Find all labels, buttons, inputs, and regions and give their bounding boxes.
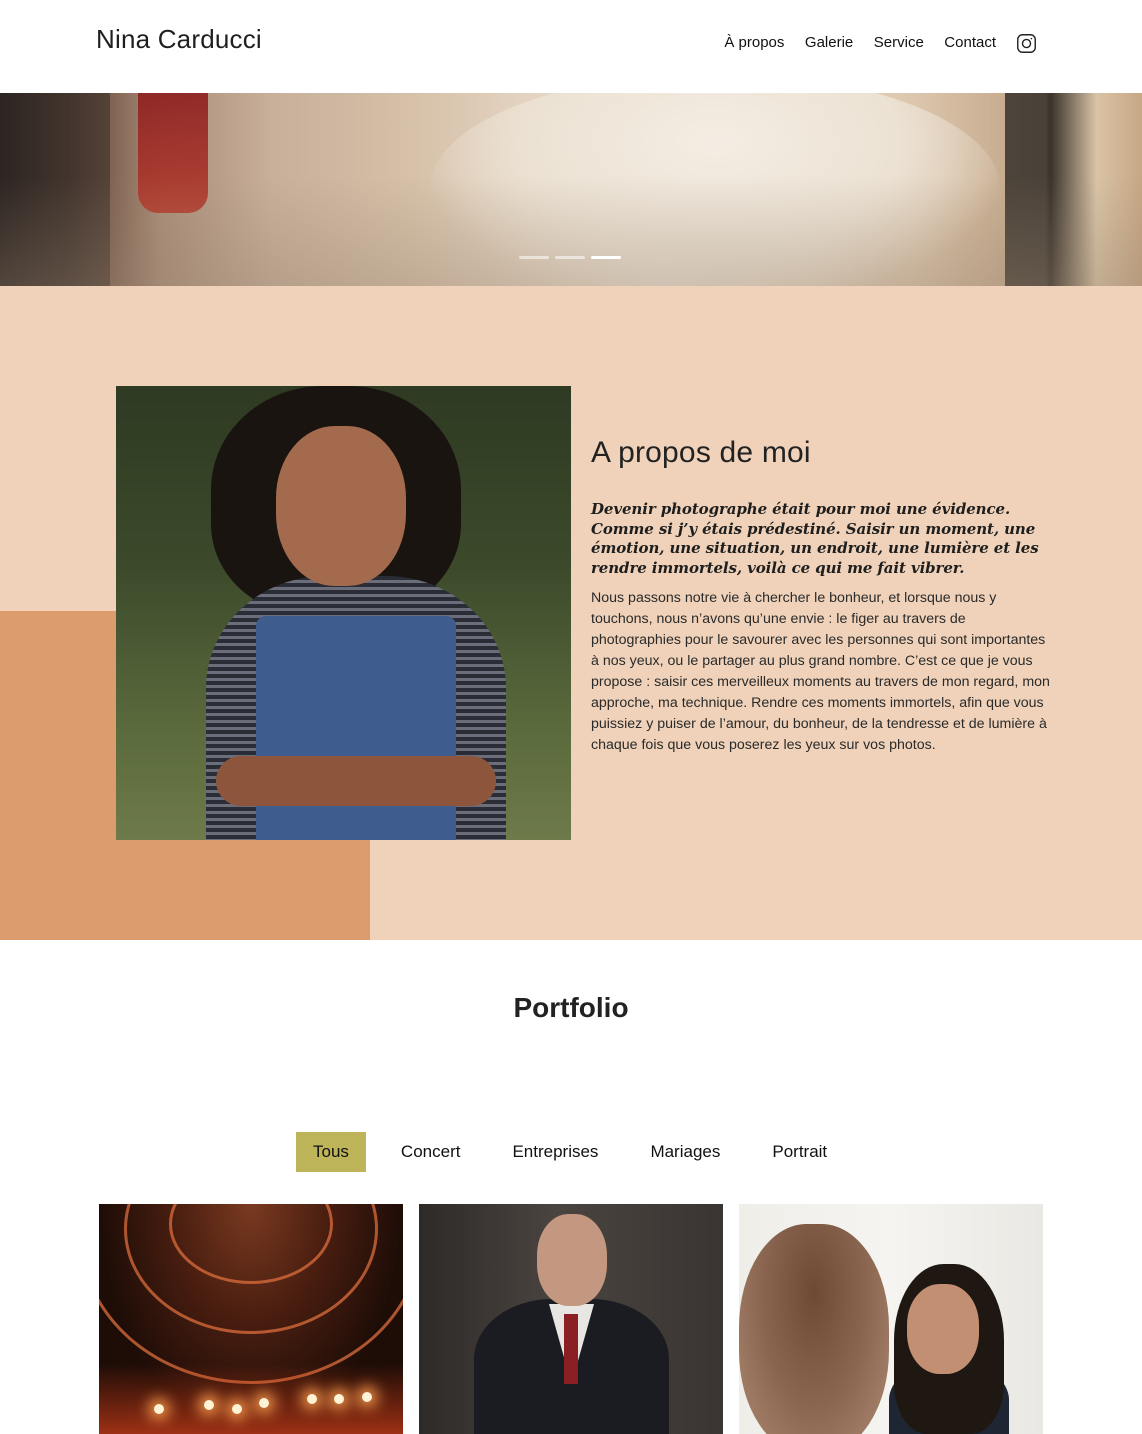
site-logo[interactable]: Nina Carducci (96, 24, 262, 55)
concert-light (362, 1392, 372, 1402)
about-text-block: A propos de moi Devenir photographe étai… (591, 436, 1051, 756)
about-quote: Devenir photographe était pour moi une é… (591, 500, 1039, 577)
concert-light (334, 1394, 344, 1404)
portfolio-filters: Tous Concert Entreprises Mariages Portra… (296, 1132, 862, 1172)
portfolio-title: Portfolio (513, 992, 629, 1023)
carousel-indicator-3[interactable] (591, 256, 621, 259)
portrait-overalls (256, 616, 456, 840)
gallery-item-concert[interactable] (99, 1204, 403, 1434)
main-nav: À propos Galerie Service Contact (724, 32, 1037, 54)
foreground-person-blur (739, 1224, 889, 1434)
nav-link-contact[interactable]: Contact (944, 32, 996, 54)
gallery-item-business-portrait[interactable] (419, 1204, 723, 1434)
site-header: Nina Carducci À propos Galerie Service C… (0, 0, 1142, 93)
nav-link-gallery[interactable]: Galerie (805, 32, 853, 54)
about-title: A propos de moi (591, 436, 811, 469)
filter-portrait[interactable]: Portrait (755, 1132, 844, 1172)
nav-link-about[interactable]: À propos (724, 32, 784, 54)
man-tie (564, 1314, 578, 1384)
hero-carousel[interactable] (0, 93, 1142, 286)
concert-light (307, 1394, 317, 1404)
carousel-indicator-2[interactable] (555, 256, 585, 259)
portrait-arms (216, 756, 496, 806)
concert-light (259, 1398, 269, 1408)
about-body: Nous passons notre vie à chercher le bon… (591, 590, 1050, 753)
instagram-icon[interactable] (1016, 33, 1037, 54)
carousel-indicator-1[interactable] (519, 256, 549, 259)
filter-all[interactable]: Tous (296, 1132, 366, 1172)
hero-image-floor (0, 176, 1142, 286)
filter-concert[interactable]: Concert (384, 1132, 478, 1172)
filter-weddings[interactable]: Mariages (633, 1132, 737, 1172)
gallery-item-office-meeting[interactable] (739, 1204, 1043, 1434)
concert-light (204, 1400, 214, 1410)
carousel-indicators (519, 256, 621, 259)
concert-stage-glow (99, 1364, 403, 1434)
about-section: A propos de moi Devenir photographe étai… (0, 286, 1142, 940)
concert-light (154, 1404, 164, 1414)
about-portrait-photo (116, 386, 571, 840)
filter-companies[interactable]: Entreprises (495, 1132, 615, 1172)
portrait-face (276, 426, 406, 586)
man-head (537, 1214, 607, 1306)
woman-face (907, 1284, 979, 1374)
concert-light (232, 1404, 242, 1414)
portfolio-gallery (99, 1204, 1043, 1434)
nav-link-service[interactable]: Service (874, 32, 924, 54)
